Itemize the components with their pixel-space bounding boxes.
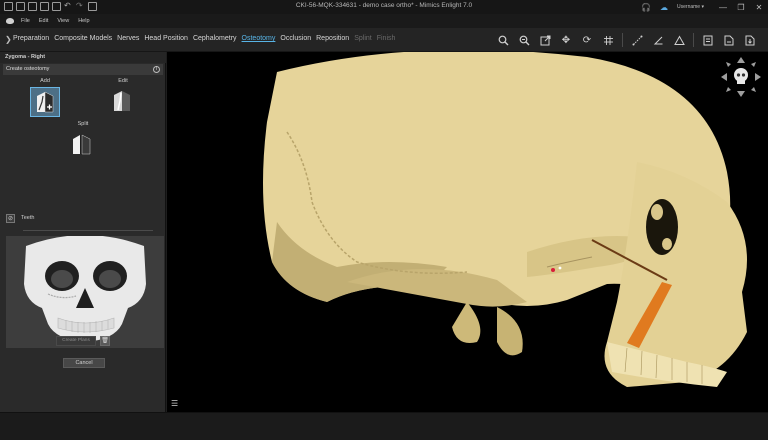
- 3d-viewport[interactable]: ☰: [167, 52, 768, 412]
- tab-preparation[interactable]: Preparation: [13, 35, 49, 42]
- user-name: Username: [677, 4, 701, 10]
- edit-label: Edit: [118, 78, 128, 84]
- measure-distance-icon[interactable]: [629, 33, 645, 47]
- grid-icon[interactable]: [600, 33, 616, 47]
- tab-nerves[interactable]: Nerves: [117, 35, 139, 42]
- tab-reposition[interactable]: Reposition: [316, 35, 349, 42]
- osteotomy-panel: Zygoma - Right Create osteotomy i Add Ed…: [0, 52, 166, 412]
- edit-plane-icon: [114, 91, 130, 111]
- workflow-arrow-icon: ❯: [5, 35, 12, 44]
- user-menu[interactable]: Username ▾: [677, 4, 704, 10]
- toolbar-separator: [622, 33, 623, 47]
- view-toolbar: ✥ ⟳: [495, 33, 758, 47]
- app-logo-icon: [6, 18, 14, 24]
- create-osteotomy-section[interactable]: Create osteotomy i: [3, 64, 163, 75]
- workflow-bar: ❯ Preparation Composite Models Nerves He…: [0, 28, 768, 52]
- measure-angle-icon[interactable]: [650, 33, 666, 47]
- divider: [23, 230, 153, 231]
- rotate-icon[interactable]: ⟳: [579, 33, 595, 47]
- orientation-cube[interactable]: [720, 56, 762, 98]
- zoom-icon[interactable]: [516, 33, 532, 47]
- tab-composite-models[interactable]: Composite Models: [54, 35, 112, 42]
- status-bar: [0, 412, 768, 440]
- menu-file[interactable]: File: [21, 18, 30, 24]
- minimize-button[interactable]: —: [714, 0, 732, 14]
- maximize-button[interactable]: ❐: [732, 0, 750, 14]
- export-file-icon[interactable]: [742, 33, 758, 47]
- menu-bar: File Edit View Help: [0, 14, 768, 28]
- tab-occlusion[interactable]: Occlusion: [280, 35, 311, 42]
- support-icon[interactable]: 🎧: [637, 0, 655, 14]
- tab-cephalometry[interactable]: Cephalometry: [193, 35, 237, 42]
- mimics-enlight-window: ↶ ↷ CKI-56-MQK-334631 - demo case ortho*…: [0, 0, 768, 440]
- tab-osteotomy[interactable]: Osteotomy: [242, 35, 276, 42]
- title-bar-controls: 🎧 ☁ Username ▾ — ❐ ✕: [637, 0, 768, 14]
- tab-splint: Splint: [354, 35, 372, 42]
- tab-head-position[interactable]: Head Position: [144, 35, 188, 42]
- section-title: Create osteotomy: [6, 66, 50, 72]
- close-button[interactable]: ✕: [750, 0, 768, 14]
- split-plane-icon: [73, 134, 91, 155]
- list-icon[interactable]: ☰: [171, 400, 181, 408]
- workflow-tabs: Preparation Composite Models Nerves Head…: [13, 35, 400, 42]
- menu-edit[interactable]: Edit: [39, 18, 48, 24]
- split-osteotomy-button[interactable]: [68, 130, 98, 160]
- title-bar: ↶ ↷ CKI-56-MQK-334631 - demo case ortho*…: [0, 0, 768, 14]
- teeth-icon[interactable]: ⊘: [6, 213, 15, 223]
- edit-osteotomy-button[interactable]: [108, 87, 138, 117]
- menu-help[interactable]: Help: [78, 18, 89, 24]
- fit-icon[interactable]: [537, 33, 553, 47]
- frontal-skull-preview-image: [6, 235, 164, 348]
- add-osteotomy-button[interactable]: [30, 87, 60, 117]
- info-icon[interactable]: i: [153, 66, 160, 73]
- add-plane-icon: [37, 91, 54, 113]
- teeth-label: Teeth: [21, 215, 35, 221]
- add-label: Add: [40, 78, 50, 84]
- split-label: Split: [77, 121, 89, 127]
- panel-title: Zygoma - Right: [0, 52, 166, 63]
- pan-icon[interactable]: ✥: [558, 33, 574, 47]
- measure-triangle-icon[interactable]: [671, 33, 687, 47]
- report-icon[interactable]: [700, 33, 716, 47]
- menu-view[interactable]: View: [57, 18, 69, 24]
- skull-3d-model[interactable]: [167, 52, 768, 412]
- cloud-icon[interactable]: ☁: [655, 0, 673, 14]
- export-pdf-icon[interactable]: [721, 33, 737, 47]
- search-icon[interactable]: [495, 33, 511, 47]
- delete-icon[interactable]: 🗑: [100, 336, 110, 346]
- cancel-button[interactable]: Cancel: [63, 358, 105, 368]
- toolbar-separator: [693, 33, 694, 47]
- tab-finish: Finish: [376, 35, 396, 42]
- skull-preview: [6, 235, 164, 348]
- teeth-option[interactable]: ⊘ Teeth: [6, 212, 34, 224]
- create-plans-button[interactable]: Create Plans: [56, 336, 96, 346]
